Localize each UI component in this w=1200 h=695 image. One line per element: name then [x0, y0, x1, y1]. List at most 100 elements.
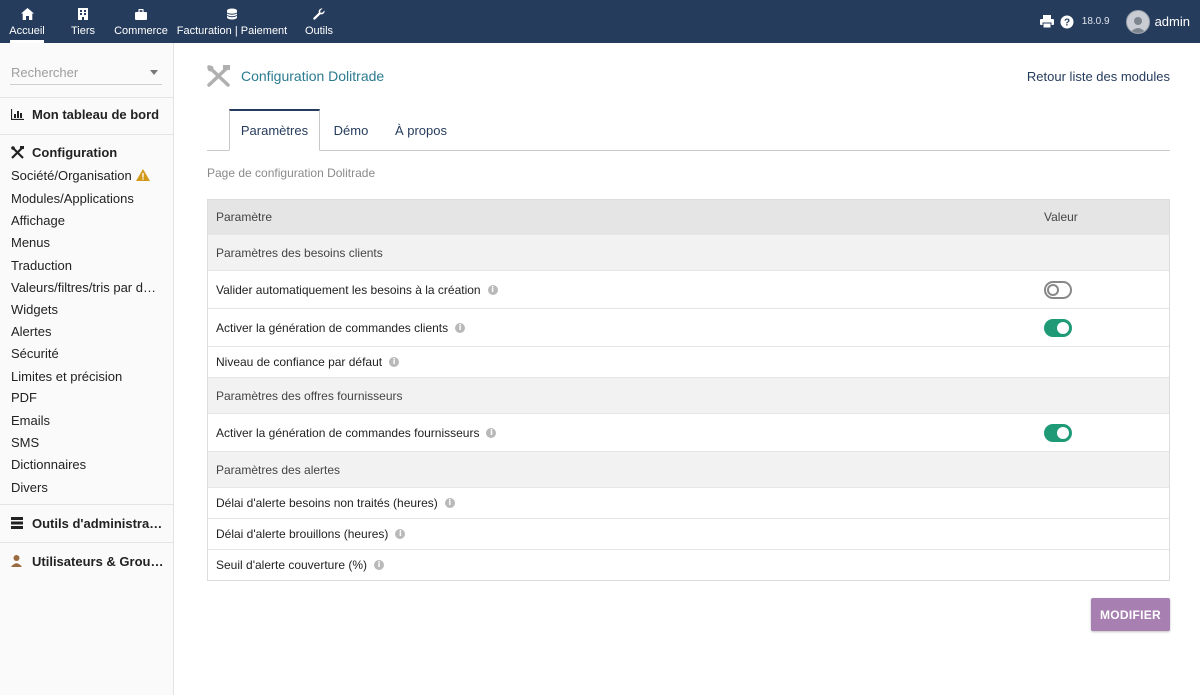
modify-button[interactable]: MODIFIER	[1091, 598, 1170, 631]
search-input[interactable]	[10, 64, 140, 80]
nav-tools-label: Outils	[304, 25, 334, 37]
sidebar-item-widgets[interactable]: Widgets	[11, 299, 163, 319]
sidebar-item-label: Divers	[11, 479, 48, 495]
sidebar-item-sms[interactable]: SMS	[11, 432, 163, 452]
nav-billing-label: Facturation | Paiement	[176, 25, 288, 37]
column-header-parameter: Paramètre	[216, 210, 273, 224]
param-text: Activer la génération de commandes fourn…	[216, 425, 480, 440]
section-title: Paramètres des alertes	[216, 462, 341, 477]
menu-admin-tools-label: Outils d'administration	[32, 515, 164, 531]
top-navbar: Accueil Tiers Commerce Facturation | Pai…	[0, 0, 1200, 43]
info-icon[interactable]: i	[444, 498, 455, 508]
param-value	[1044, 414, 1072, 451]
chart-icon	[11, 108, 25, 120]
sidebar-item-security[interactable]: Sécurité	[11, 343, 163, 363]
nav-tools[interactable]: Outils	[300, 0, 338, 43]
param-value	[1044, 309, 1072, 346]
sidebar-item-default-values[interactable]: Valeurs/filtres/tris par défaut	[11, 277, 163, 297]
sidebar-item-limits[interactable]: Limites et précision	[11, 366, 163, 386]
param-label: Niveau de confiance par défaut i	[208, 355, 400, 369]
sidebar-item-label: Alertes	[11, 323, 52, 339]
table-row: Niveau de confiance par défaut i	[208, 347, 1169, 378]
sidebar-item-pdf[interactable]: PDF	[11, 387, 163, 407]
section-row-clients: Paramètres des besoins clients	[208, 235, 1169, 271]
briefcase-icon	[135, 7, 147, 21]
menu-configuration[interactable]: Configuration	[11, 141, 171, 163]
table-row: Seuil d'alerte couverture (%) i	[208, 550, 1169, 580]
sidebar-item-label: Affichage	[11, 212, 65, 228]
nav-commerce[interactable]: Commerce	[113, 0, 169, 43]
param-label: Délai d'alerte brouillons (heures) i	[208, 527, 406, 541]
menu-admin-tools[interactable]: Outils d'administration	[11, 512, 171, 534]
search-box[interactable]	[10, 60, 162, 85]
menu-users-groups[interactable]: Utilisateurs & Groupes	[11, 550, 171, 572]
nav-home[interactable]: Accueil	[4, 0, 50, 43]
tab-about[interactable]: À propos	[388, 109, 454, 151]
sidebar-item-label: Emails	[11, 412, 51, 428]
sidebar-item-menus[interactable]: Menus	[11, 232, 163, 252]
avatar[interactable]	[1125, 9, 1150, 34]
back-to-modules-link[interactable]: Retour liste des modules	[1027, 69, 1170, 84]
info-icon[interactable]: i	[455, 322, 466, 333]
gen-supplier-orders-toggle[interactable]	[1044, 423, 1072, 442]
divider	[0, 504, 173, 505]
sidebar-item-modules[interactable]: Modules/Applications	[11, 188, 163, 208]
sidebar-item-emails[interactable]: Emails	[11, 410, 163, 430]
divider	[0, 97, 173, 98]
nav-tiers-label: Tiers	[70, 25, 96, 37]
print-icon[interactable]	[1039, 15, 1054, 28]
sidebar-item-translation[interactable]: Traduction	[11, 255, 163, 275]
tab-label: À propos	[394, 122, 448, 138]
sidebar-item-label: SMS	[11, 434, 40, 450]
tab-parametres[interactable]: Paramètres	[229, 109, 320, 151]
param-label: Seuil d'alerte couverture (%) i	[208, 558, 385, 572]
main-content: Configuration Dolitrade Retour liste des…	[174, 43, 1200, 695]
nav-billing[interactable]: Facturation | Paiement	[176, 0, 288, 43]
auto-validate-toggle[interactable]	[1044, 280, 1072, 299]
page-header: Configuration Dolitrade	[207, 65, 384, 87]
building-icon	[78, 7, 88, 21]
sidebar-item-label: Modules/Applications	[11, 190, 134, 206]
section-row-alerts: Paramètres des alertes	[208, 452, 1169, 488]
param-text: Délai d'alerte besoins non traités (heur…	[216, 496, 438, 510]
sidebar-item-label: Société/Organisation	[11, 167, 132, 183]
sidebar-item-label: Sécurité	[11, 345, 59, 361]
sidebar-item-label: Valeurs/filtres/tris par défaut	[11, 279, 161, 295]
divider	[0, 542, 173, 543]
sidebar-item-misc[interactable]: Divers	[11, 477, 163, 497]
gen-client-orders-toggle[interactable]	[1044, 318, 1072, 337]
sidebar-item-alerts[interactable]: Alertes	[11, 321, 163, 341]
table-row: Activer la génération de commandes clien…	[208, 309, 1169, 347]
nav-commerce-label: Commerce	[114, 25, 168, 37]
sidebar-item-label: Widgets	[11, 301, 58, 317]
sidebar-item-company[interactable]: Société/Organisation	[11, 165, 163, 185]
sidebar-item-label: PDF	[11, 389, 37, 405]
user-name[interactable]: admin	[1155, 14, 1190, 29]
nav-home-label: Accueil	[9, 25, 45, 37]
nav-tiers[interactable]: Tiers	[62, 0, 104, 43]
tab-label: Démo	[333, 122, 369, 138]
divider	[0, 134, 173, 135]
menu-users-groups-label: Utilisateurs & Groupes	[32, 553, 164, 569]
tools-icon	[11, 145, 25, 159]
sidebar-item-display[interactable]: Affichage	[11, 210, 163, 230]
param-text: Valider automatiquement les besoins à la…	[216, 282, 481, 297]
table-row: Valider automatiquement les besoins à la…	[208, 271, 1169, 309]
info-icon[interactable]: i	[374, 560, 385, 570]
param-label: Activer la génération de commandes clien…	[208, 321, 466, 335]
info-icon[interactable]: i	[395, 529, 406, 539]
tab-bar: Paramètres Démo À propos	[207, 109, 1170, 151]
info-icon[interactable]: i	[487, 284, 498, 295]
info-icon[interactable]: i	[389, 357, 400, 367]
menu-dashboard[interactable]: Mon tableau de bord	[11, 103, 171, 125]
chevron-down-icon[interactable]	[150, 69, 158, 75]
info-icon[interactable]: i	[486, 427, 497, 438]
param-text: Délai d'alerte brouillons (heures)	[216, 527, 389, 541]
sidebar-item-dictionaries[interactable]: Dictionnaires	[11, 454, 163, 474]
menu-dashboard-label: Mon tableau de bord	[32, 106, 160, 122]
help-icon[interactable]: ?	[1060, 15, 1074, 29]
column-header-value: Valeur	[1044, 210, 1078, 224]
param-value	[1044, 271, 1072, 308]
tab-demo[interactable]: Démo	[325, 109, 377, 151]
section-title: Paramètres des offres fournisseurs	[216, 388, 403, 403]
